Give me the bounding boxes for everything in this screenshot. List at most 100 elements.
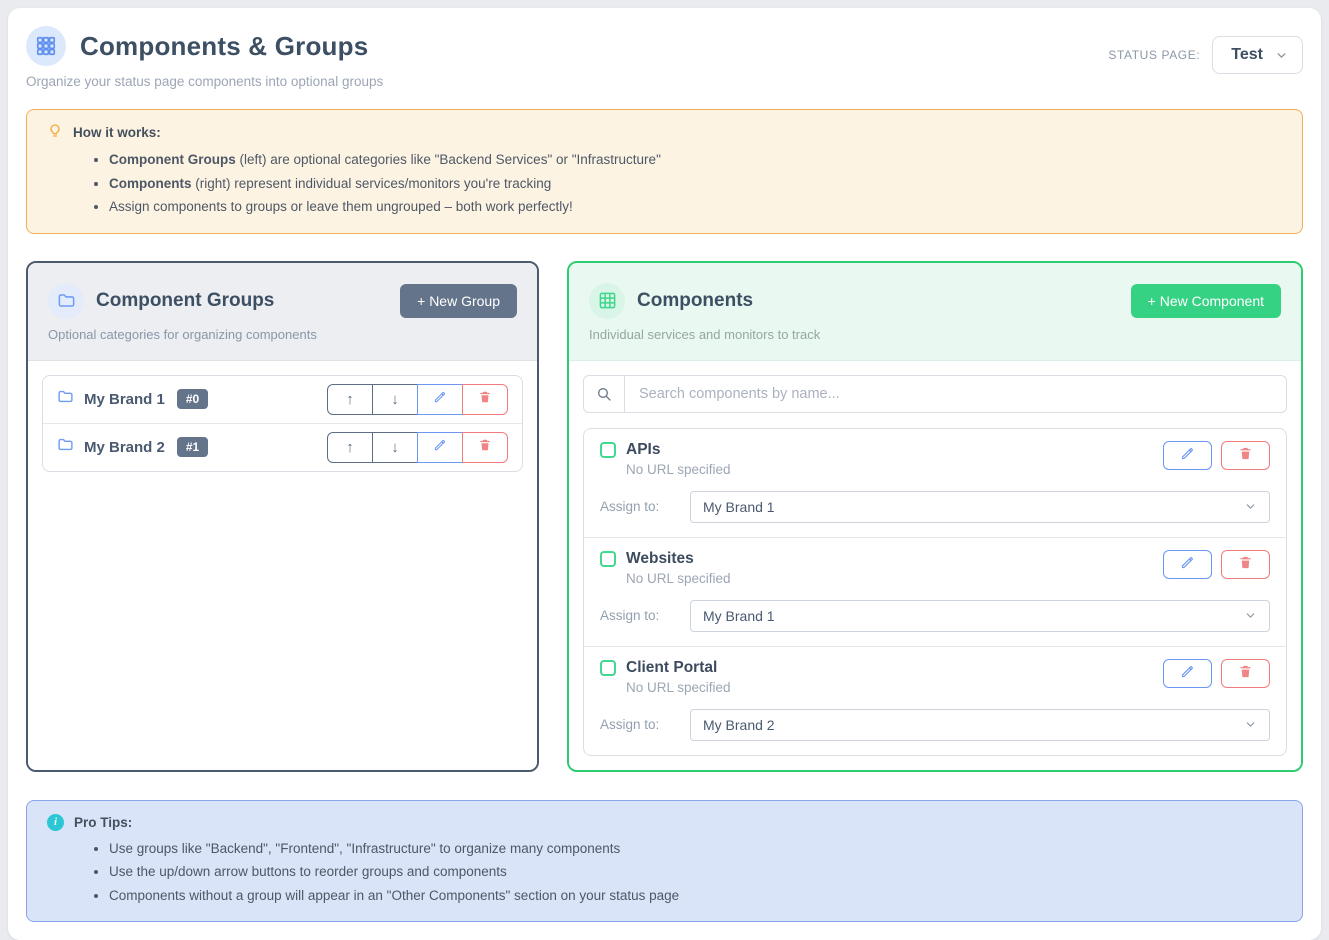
component-name: Client Portal [626, 659, 717, 677]
edit-component-button[interactable] [1163, 441, 1212, 470]
page-title: Components & Groups [80, 31, 368, 62]
delete-component-button[interactable] [1221, 550, 1270, 579]
folder-icon [48, 283, 84, 319]
groups-list: My Brand 1 #0 ↑ ↓ [42, 375, 523, 472]
move-down-button[interactable]: ↓ [372, 384, 418, 415]
groups-panel-title: Component Groups [96, 290, 274, 312]
pro-tips-bullet: Components without a group will appear i… [109, 886, 1282, 906]
arrow-up-icon: ↑ [346, 391, 354, 408]
lightbulb-icon [47, 123, 63, 142]
edit-component-button[interactable] [1163, 550, 1212, 579]
how-it-works-list: Component Groups (left) are optional cat… [47, 150, 1282, 217]
pro-tips-bullet: Use groups like "Backend", "Frontend", "… [109, 839, 1282, 859]
components-panel-subtitle: Individual services and monitors to trac… [589, 327, 1281, 342]
move-up-button[interactable]: ↑ [327, 384, 373, 415]
group-order-badge: #1 [177, 437, 208, 457]
edit-group-button[interactable] [417, 384, 463, 415]
component-name: APIs [626, 441, 660, 459]
assign-to-label: Assign to: [600, 499, 690, 514]
table-grid-icon [589, 283, 625, 319]
component-checkbox[interactable] [600, 551, 616, 567]
arrow-up-icon: ↑ [346, 439, 354, 456]
group-name: My Brand 1 [84, 391, 165, 408]
assign-group-select[interactable]: My Brand 1 [690, 600, 1270, 632]
component-groups-panel: Component Groups + New Group Optional ca… [26, 261, 539, 772]
components-panel-header: Components + New Component Individual se… [569, 263, 1301, 361]
component-row: Client Portal No URL specified [584, 646, 1286, 755]
trash-icon [1238, 446, 1253, 464]
delete-component-button[interactable] [1221, 659, 1270, 688]
how-it-works-title: How it works: [73, 125, 161, 140]
component-url-text: No URL specified [626, 462, 731, 477]
delete-group-button[interactable] [462, 384, 508, 415]
new-group-button[interactable]: + New Group [400, 284, 517, 318]
component-checkbox[interactable] [600, 660, 616, 676]
group-row: My Brand 1 #0 ↑ ↓ [43, 376, 522, 423]
group-row: My Brand 2 #1 ↑ ↓ [43, 423, 522, 471]
components-panel-body: APIs No URL specified [569, 361, 1301, 770]
groups-panel-body: My Brand 1 #0 ↑ ↓ [28, 361, 537, 770]
components-panel: Components + New Component Individual se… [567, 261, 1303, 772]
component-search [583, 375, 1287, 413]
status-page-value: Test [1231, 46, 1263, 64]
search-icon [583, 375, 625, 413]
pencil-icon [433, 438, 447, 456]
arrow-down-icon: ↓ [391, 439, 399, 456]
info-icon: i [47, 814, 64, 831]
edit-component-button[interactable] [1163, 659, 1212, 688]
chevron-down-icon [1244, 500, 1257, 513]
delete-component-button[interactable] [1221, 441, 1270, 470]
component-name: Websites [626, 550, 694, 568]
groups-panel-header: Component Groups + New Group Optional ca… [28, 263, 537, 361]
edit-group-button[interactable] [417, 432, 463, 463]
pencil-icon [433, 390, 447, 408]
pencil-icon [1180, 664, 1195, 682]
page-card: Components & Groups Organize your status… [8, 8, 1321, 940]
folder-icon [57, 388, 74, 410]
components-grid-icon [26, 26, 66, 66]
status-page-picker: STATUS PAGE: Test [1108, 36, 1303, 74]
pro-tips-title: Pro Tips: [74, 815, 132, 830]
page-header-left: Components & Groups Organize your status… [26, 26, 383, 89]
new-component-button[interactable]: + New Component [1131, 284, 1281, 318]
assign-group-select[interactable]: My Brand 1 [690, 491, 1270, 523]
component-url-text: No URL specified [626, 680, 731, 695]
group-order-badge: #0 [177, 389, 208, 409]
pro-tips-list: Use groups like "Backend", "Frontend", "… [47, 839, 1282, 906]
delete-group-button[interactable] [462, 432, 508, 463]
assign-to-label: Assign to: [600, 608, 690, 623]
search-input[interactable] [625, 375, 1287, 413]
status-page-label: STATUS PAGE: [1108, 48, 1200, 62]
assigned-group-value: My Brand 1 [703, 499, 775, 515]
assigned-group-value: My Brand 1 [703, 608, 775, 624]
page-header: Components & Groups Organize your status… [26, 26, 1303, 89]
move-down-button[interactable]: ↓ [372, 432, 418, 463]
trash-icon [478, 390, 492, 408]
chevron-down-icon [1244, 609, 1257, 622]
trash-icon [478, 438, 492, 456]
component-row: Websites No URL specified [584, 537, 1286, 646]
groups-panel-subtitle: Optional categories for organizing compo… [48, 327, 517, 342]
component-row: APIs No URL specified [584, 429, 1286, 537]
status-page-select[interactable]: Test [1212, 36, 1303, 74]
how-it-works-bullet: Assign components to groups or leave the… [109, 197, 1282, 217]
how-it-works-box: How it works: Component Groups (left) ar… [26, 109, 1303, 234]
move-up-button[interactable]: ↑ [327, 432, 373, 463]
components-panel-title: Components [637, 290, 753, 312]
component-checkbox[interactable] [600, 442, 616, 458]
assign-to-label: Assign to: [600, 717, 690, 732]
assign-group-select[interactable]: My Brand 2 [690, 709, 1270, 741]
chevron-down-icon [1275, 49, 1288, 62]
folder-icon [57, 436, 74, 458]
pro-tips-box: i Pro Tips: Use groups like "Backend", "… [26, 800, 1303, 923]
chevron-down-icon [1244, 718, 1257, 731]
pro-tips-bullet: Use the up/down arrow buttons to reorder… [109, 862, 1282, 882]
trash-icon [1238, 664, 1253, 682]
page-subtitle: Organize your status page components int… [26, 74, 383, 89]
trash-icon [1238, 555, 1253, 573]
pencil-icon [1180, 555, 1195, 573]
how-it-works-bullet: Component Groups (left) are optional cat… [109, 150, 1282, 170]
how-it-works-bullet: Components (right) represent individual … [109, 174, 1282, 194]
assigned-group-value: My Brand 2 [703, 717, 775, 733]
arrow-down-icon: ↓ [391, 391, 399, 408]
